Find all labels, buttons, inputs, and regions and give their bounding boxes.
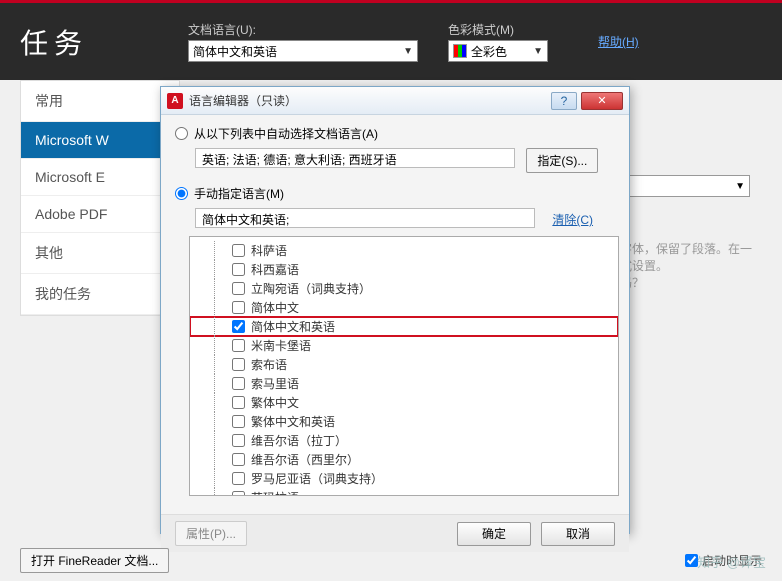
chevron-down-icon: ▼: [403, 46, 413, 57]
language-label: 繁体中文: [251, 394, 299, 411]
language-label: 罗马尼亚语（词典支持）: [251, 470, 383, 487]
color-mode-value: 全彩色: [471, 43, 507, 60]
radio-auto-row: 从以下列表中自动选择文档语言(A): [175, 125, 615, 142]
chevron-down-icon: ▼: [533, 46, 543, 57]
sidebar-item-msword[interactable]: Microsoft W: [21, 122, 179, 159]
language-label: 艾玛拉语: [251, 489, 299, 496]
radio-manual-row: 手动指定语言(M): [175, 185, 615, 202]
radio-manual[interactable]: [175, 187, 188, 200]
background-combo[interactable]: ▼: [620, 175, 750, 197]
language-item[interactable]: 米南卡堡语: [190, 336, 618, 355]
properties-button[interactable]: 属性(P)...: [175, 521, 247, 546]
language-item[interactable]: 索布语: [190, 355, 618, 374]
dialog-titlebar: A 语言编辑器（只读） ? ✕: [161, 87, 629, 115]
sidebar-item-other[interactable]: 其他: [21, 233, 179, 274]
language-checkbox[interactable]: [232, 244, 245, 257]
startup-checkbox[interactable]: [685, 554, 698, 567]
language-label: 索布语: [251, 356, 287, 373]
language-item[interactable]: 索马里语: [190, 374, 618, 393]
open-doc-button[interactable]: 打开 FineReader 文档...: [20, 548, 169, 573]
language-checkbox[interactable]: [232, 301, 245, 314]
dialog-help-button[interactable]: ?: [551, 92, 577, 110]
language-item[interactable]: 简体中文: [190, 298, 618, 317]
sidebar-item-common[interactable]: 常用: [21, 81, 179, 122]
app-icon: A: [167, 93, 183, 109]
language-item[interactable]: 繁体中文和英语: [190, 412, 618, 431]
help-link[interactable]: 帮助(H): [598, 33, 639, 50]
language-checkbox[interactable]: [232, 339, 245, 352]
doc-lang-combo[interactable]: 简体中文和英语 ▼: [188, 40, 418, 62]
language-tree[interactable]: 科萨语科西嘉语立陶宛语（词典支持） 简体中文简体中文和英语米南卡堡语索布语索马里语…: [189, 236, 619, 496]
language-checkbox[interactable]: [232, 320, 245, 333]
doc-lang-group: 文档语言(U): 简体中文和英语 ▼: [188, 21, 418, 62]
language-editor-dialog: A 语言编辑器（只读） ? ✕ 从以下列表中自动选择文档语言(A) 英语; 法语…: [160, 86, 630, 534]
radio-manual-label: 手动指定语言(M): [194, 185, 284, 202]
watermark: 知乎 @译宝: [697, 552, 766, 571]
language-item[interactable]: 立陶宛语（词典支持）: [190, 279, 618, 298]
language-label: 简体中文: [251, 299, 299, 316]
dialog-title: 语言编辑器（只读）: [189, 92, 297, 109]
dialog-body: 从以下列表中自动选择文档语言(A) 英语; 法语; 德语; 意大利语; 西班牙语…: [161, 115, 629, 514]
language-label: 米南卡堡语: [251, 337, 311, 354]
radio-auto[interactable]: [175, 127, 188, 140]
language-label: 繁体中文和英语: [251, 413, 335, 430]
language-checkbox[interactable]: [232, 396, 245, 409]
language-label: 科西嘉语: [251, 261, 299, 278]
dialog-close-button[interactable]: ✕: [581, 92, 623, 110]
language-label: 科萨语: [251, 242, 287, 259]
language-label: 维吾尔语（西里尔）: [251, 451, 359, 468]
color-mode-label: 色彩模式(M): [448, 21, 548, 38]
language-label: 索马里语: [251, 375, 299, 392]
language-item[interactable]: 罗马尼亚语（词典支持）: [190, 469, 618, 488]
language-checkbox[interactable]: [232, 358, 245, 371]
language-checkbox[interactable]: [232, 377, 245, 390]
language-item[interactable]: 维吾尔语（拉丁）: [190, 431, 618, 450]
color-mode-group: 色彩模式(M) 全彩色 ▼: [448, 21, 548, 62]
language-item[interactable]: 简体中文和英语: [190, 317, 618, 336]
language-checkbox[interactable]: [232, 491, 245, 496]
language-checkbox[interactable]: [232, 263, 245, 276]
cancel-button[interactable]: 取消: [541, 522, 615, 546]
bottom-bar: 打开 FineReader 文档... 启动时显示: [0, 545, 782, 575]
sidebar-item-adobepdf[interactable]: Adobe PDF: [21, 196, 179, 233]
language-item[interactable]: 科西嘉语: [190, 260, 618, 279]
sidebar-item-mytasks[interactable]: 我的任务: [21, 274, 179, 315]
auto-langs-field: 英语; 法语; 德语; 意大利语; 西班牙语: [195, 148, 515, 168]
language-label: 简体中文和英语: [251, 318, 335, 335]
app-title: 任务: [20, 22, 88, 62]
language-label: 维吾尔语（拉丁）: [251, 432, 347, 449]
language-checkbox[interactable]: [232, 453, 245, 466]
manual-lang-field[interactable]: 简体中文和英语;: [195, 208, 535, 228]
language-item[interactable]: 艾玛拉语: [190, 488, 618, 496]
header-bar: 任务 文档语言(U): 简体中文和英语 ▼ 色彩模式(M) 全彩色 ▼ 帮助(H…: [0, 0, 782, 80]
radio-auto-label: 从以下列表中自动选择文档语言(A): [194, 125, 378, 142]
language-checkbox[interactable]: [232, 282, 245, 295]
language-label: 立陶宛语（词典支持）: [251, 280, 371, 297]
language-checkbox[interactable]: [232, 415, 245, 428]
background-hint-text: 字体，保留了段落。在一 式设置。 吗？: [620, 240, 772, 291]
language-checkbox[interactable]: [232, 472, 245, 485]
language-item[interactable]: 科萨语: [190, 241, 618, 260]
clear-link[interactable]: 清除(C): [552, 213, 593, 227]
language-item[interactable]: 繁体中文: [190, 393, 618, 412]
ok-button[interactable]: 确定: [457, 522, 531, 546]
doc-lang-value: 简体中文和英语: [193, 43, 277, 60]
specify-button[interactable]: 指定(S)...: [526, 148, 598, 173]
color-swatch-icon: [453, 44, 467, 58]
sidebar: 常用 Microsoft W Microsoft E Adobe PDF 其他 …: [20, 80, 180, 316]
doc-lang-label: 文档语言(U):: [188, 21, 418, 38]
sidebar-item-msexcel[interactable]: Microsoft E: [21, 159, 179, 196]
language-checkbox[interactable]: [232, 434, 245, 447]
language-item[interactable]: 维吾尔语（西里尔）: [190, 450, 618, 469]
color-mode-combo[interactable]: 全彩色 ▼: [448, 40, 548, 62]
